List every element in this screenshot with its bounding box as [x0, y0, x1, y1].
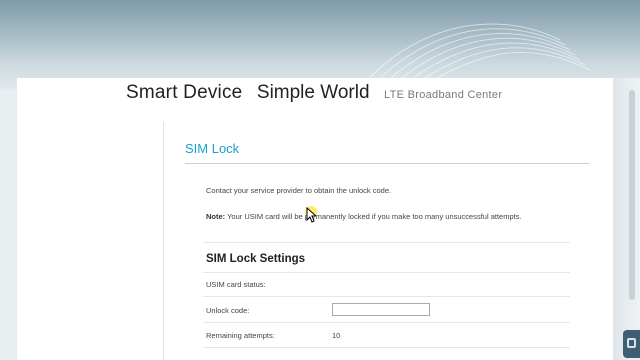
sidebar-divider — [163, 122, 164, 360]
brand-title: Smart Device — [126, 82, 243, 103]
title-divider — [185, 163, 590, 164]
remaining-attempts-value: 10 — [332, 331, 341, 340]
scrollbar-thumb[interactable] — [629, 90, 635, 300]
note-text: Note: Your USIM card will be permanently… — [206, 212, 522, 221]
row-divider — [203, 272, 570, 273]
page-title: SIM Lock — [185, 141, 240, 156]
row-divider — [203, 347, 570, 348]
instructions-text: Contact your service provider to obtain … — [206, 186, 392, 195]
note-label: Note: — [206, 212, 226, 221]
row-divider — [203, 296, 570, 297]
header-banner — [0, 0, 640, 90]
page-icon[interactable] — [623, 330, 640, 358]
usim-status-label: USIM card status: — [206, 280, 266, 289]
remaining-attempts-label: Remaining attempts: — [206, 331, 275, 340]
row-divider — [203, 322, 570, 323]
mouse-pointer-icon — [306, 207, 316, 223]
note-body: Your USIM card will be permanently locke… — [225, 212, 522, 221]
right-gutter — [613, 78, 640, 360]
brand-title-2: Simple World — [256, 82, 370, 103]
unlock-code-input[interactable] — [332, 303, 430, 316]
unlock-code-label: Unlock code: — [206, 306, 250, 315]
brand-subtitle: LTE Broadband Center — [383, 89, 503, 101]
section-title: SIM Lock Settings — [206, 253, 306, 265]
banner-swoosh-graphic — [359, 23, 591, 89]
section-divider — [203, 242, 570, 243]
site-header: Smart Device Simple World LTE Broadband … — [126, 82, 502, 104]
